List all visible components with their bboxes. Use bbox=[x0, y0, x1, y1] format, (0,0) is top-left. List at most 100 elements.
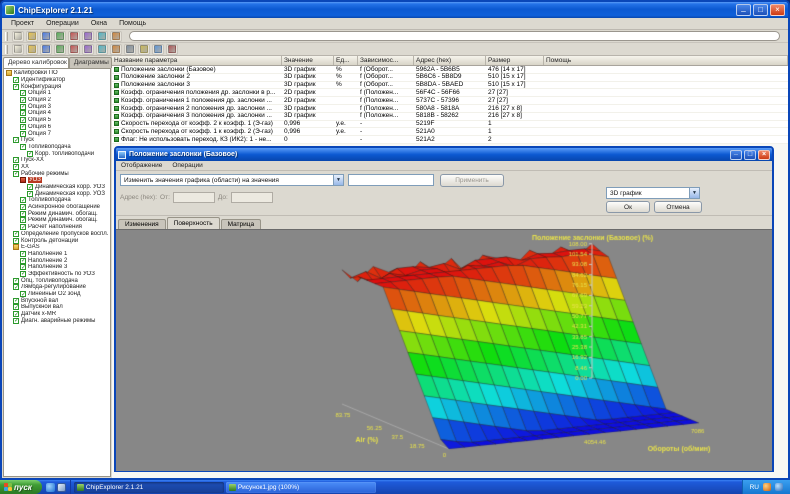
tree-item[interactable]: Наполнение 2 bbox=[4, 257, 110, 264]
antivirus-tray-icon[interactable] bbox=[763, 483, 771, 491]
calculator-icon[interactable] bbox=[110, 44, 122, 55]
tree-item[interactable]: Режим динамич. обогащ. bbox=[4, 210, 110, 217]
compare-icon[interactable] bbox=[82, 31, 94, 42]
graph-3d-icon[interactable] bbox=[68, 44, 80, 55]
print-icon[interactable] bbox=[138, 44, 150, 55]
tree-item[interactable]: Асинхронное обогащение bbox=[4, 204, 110, 211]
action-combo[interactable]: Изменить значения графика (области) на з… bbox=[120, 174, 344, 186]
tree-item[interactable]: Опция 5 bbox=[4, 117, 110, 124]
to-input[interactable] bbox=[231, 192, 273, 203]
tree-item[interactable]: Выпускной вал bbox=[4, 304, 110, 311]
app-titlebar[interactable]: ChipExplorer 2.1.21 bbox=[2, 2, 788, 18]
tab-inactive[interactable]: Матрица bbox=[221, 219, 262, 229]
tree-item[interactable]: Пуск bbox=[4, 137, 110, 144]
column-header[interactable]: Адрес (hex) bbox=[414, 56, 486, 65]
open-folder-icon[interactable] bbox=[12, 44, 24, 55]
sidebar-tab[interactable]: Дерево калибровок bbox=[3, 57, 69, 68]
from-input[interactable] bbox=[173, 192, 215, 203]
tree-item[interactable]: ХХ bbox=[4, 164, 110, 171]
tree-item[interactable]: Линейный О2 зонд bbox=[4, 291, 110, 298]
tree-item[interactable]: Корр. топливоподачи bbox=[4, 150, 110, 157]
ie-quicklaunch-icon[interactable] bbox=[46, 483, 55, 492]
tree-item[interactable]: Конфигурация bbox=[4, 83, 110, 90]
sidebar-tab[interactable]: Диаграммы bbox=[69, 57, 112, 68]
tree-item[interactable]: Наполнение 1 bbox=[4, 251, 110, 258]
volume-tray-icon[interactable] bbox=[775, 483, 783, 491]
cancel-button[interactable]: Отмена bbox=[654, 201, 702, 213]
menu-item[interactable]: Операции bbox=[167, 162, 207, 169]
tree-item[interactable]: Калибровки ПО bbox=[4, 70, 110, 77]
settings-icon[interactable] bbox=[110, 31, 122, 42]
open-icon[interactable] bbox=[26, 31, 38, 42]
start-button[interactable]: пуск bbox=[0, 480, 42, 494]
tree-item[interactable]: Определение пропусков воспл. bbox=[4, 231, 110, 238]
table-icon[interactable] bbox=[40, 44, 52, 55]
tree-item[interactable]: Рабочие режимы bbox=[4, 170, 110, 177]
task-button[interactable]: Рисунок1.jpg (100%) bbox=[226, 482, 376, 493]
tree-item[interactable]: Опция 6 bbox=[4, 124, 110, 131]
maximize-button[interactable] bbox=[753, 4, 768, 16]
surface-chart[interactable] bbox=[116, 229, 772, 470]
tree-item[interactable]: Диагн. аварийные режимы bbox=[4, 317, 110, 324]
minimize-button[interactable] bbox=[736, 4, 751, 16]
tree-item[interactable]: Опц. топливоподача bbox=[4, 277, 110, 284]
menu-item[interactable]: Отображение bbox=[116, 162, 167, 169]
tree-item[interactable]: Опция 3 bbox=[4, 103, 110, 110]
value-input[interactable] bbox=[348, 174, 434, 186]
close-button[interactable] bbox=[770, 4, 785, 16]
map-minimize-button[interactable] bbox=[730, 150, 742, 160]
column-header[interactable]: Ед... bbox=[334, 56, 358, 65]
column-header[interactable]: Размер bbox=[486, 56, 544, 65]
file-selector-combo[interactable] bbox=[129, 31, 780, 41]
options-icon[interactable] bbox=[152, 44, 164, 55]
column-header[interactable]: Значение bbox=[282, 56, 334, 65]
map-maximize-button[interactable] bbox=[744, 150, 756, 160]
apply-button[interactable]: Применить bbox=[440, 174, 504, 187]
tree-item[interactable]: Расчет наполнения bbox=[4, 224, 110, 231]
column-header[interactable]: Помощь bbox=[544, 56, 788, 65]
tree-item[interactable]: Пуск-ХХ bbox=[4, 157, 110, 164]
ok-button[interactable]: Ок bbox=[606, 201, 650, 213]
tree-item[interactable]: Датчик x-MR bbox=[4, 311, 110, 318]
table-row[interactable]: Флаг: Не использовать переход. КЗ (ИК2):… bbox=[112, 136, 788, 144]
tree-item[interactable]: Контроль детонации bbox=[4, 237, 110, 244]
checksum-icon[interactable] bbox=[124, 44, 136, 55]
tree-item[interactable]: Опция 7 bbox=[4, 130, 110, 137]
tab-inactive[interactable]: Изменения bbox=[118, 219, 166, 229]
column-header[interactable]: Название параметра bbox=[112, 56, 282, 65]
matrix-icon[interactable] bbox=[82, 44, 94, 55]
map-window-titlebar[interactable]: Положение заслонки (Базовое) bbox=[116, 148, 772, 161]
import-icon[interactable] bbox=[54, 31, 66, 42]
tree-item[interactable]: Топливоподача bbox=[4, 197, 110, 204]
tree-item[interactable]: УОЗ bbox=[4, 177, 110, 184]
task-button[interactable]: ChipExplorer 2.1.21 bbox=[74, 482, 224, 493]
checksum-icon[interactable] bbox=[96, 31, 108, 42]
tree-item[interactable]: Опция 2 bbox=[4, 97, 110, 104]
map-close-button[interactable] bbox=[758, 150, 770, 160]
menu-item[interactable]: Помощь bbox=[113, 19, 152, 28]
help-icon[interactable] bbox=[166, 44, 178, 55]
save-icon[interactable] bbox=[26, 44, 38, 55]
graph-2d-icon[interactable] bbox=[54, 44, 66, 55]
tree-item[interactable]: Идентификатор bbox=[4, 77, 110, 84]
export-icon[interactable] bbox=[68, 31, 80, 42]
show-desktop-icon[interactable] bbox=[57, 483, 66, 492]
tree-item[interactable]: Динамическая корр. УОЗ bbox=[4, 190, 110, 197]
tree-item[interactable]: Топливоподача bbox=[4, 144, 110, 151]
compare-icon[interactable] bbox=[96, 44, 108, 55]
tree-item[interactable]: Опция 1 bbox=[4, 90, 110, 97]
menu-item[interactable]: Проект bbox=[5, 19, 40, 28]
tree-item[interactable]: Эффективность по УОЗ bbox=[4, 271, 110, 278]
save-icon[interactable] bbox=[40, 31, 52, 42]
tree-item[interactable]: Наполнение 3 bbox=[4, 264, 110, 271]
tree-item[interactable]: Динамическая корр. УОЗ bbox=[4, 184, 110, 191]
tab-active[interactable]: Поверхность bbox=[167, 217, 220, 229]
language-indicator[interactable]: RU bbox=[750, 484, 759, 491]
tree-item[interactable]: Режим динамич. обогащ. bbox=[4, 217, 110, 224]
tree-item[interactable]: E-GAS bbox=[4, 244, 110, 251]
menu-item[interactable]: Окна bbox=[85, 19, 113, 28]
graph-type-combo[interactable]: 3D график bbox=[606, 187, 700, 199]
new-icon[interactable] bbox=[12, 31, 24, 42]
tree-item[interactable]: Лямбда-регулирование bbox=[4, 284, 110, 291]
tree-item[interactable]: Опция 4 bbox=[4, 110, 110, 117]
